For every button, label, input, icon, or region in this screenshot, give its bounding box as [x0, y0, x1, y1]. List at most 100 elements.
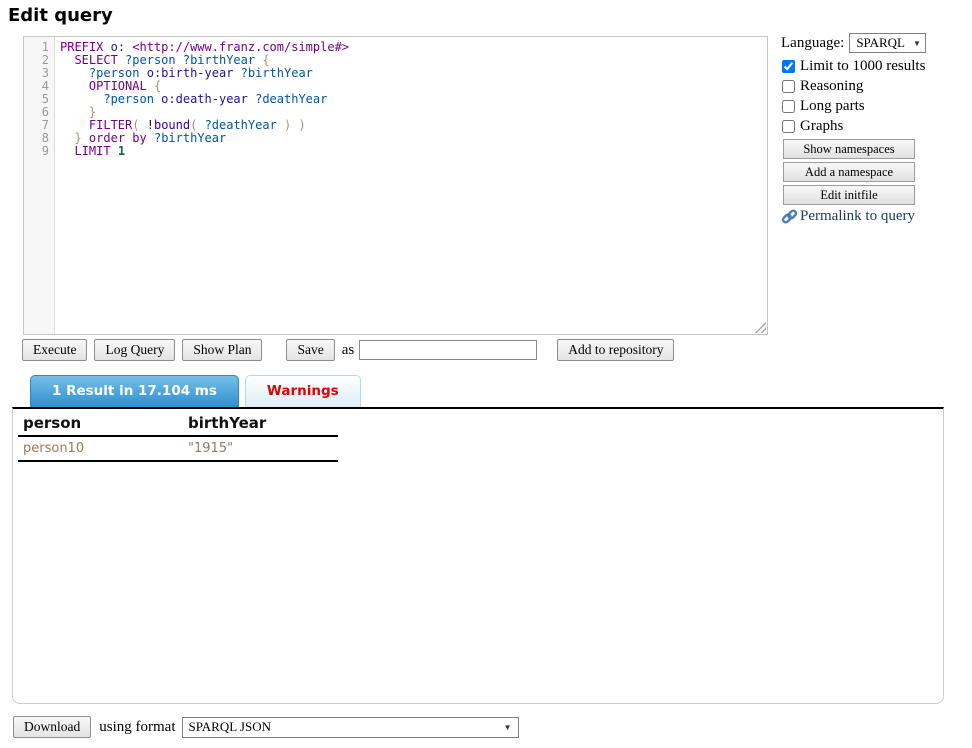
editor-code[interactable]: PREFIX o: <http://www.franz.com/simple#>…: [55, 37, 767, 334]
options-panel: Language: SPARQL ▼ Limit to 1000 results…: [781, 33, 967, 225]
results-table: personbirthYear person10"1915": [18, 412, 338, 462]
resource-link[interactable]: person10: [18, 436, 183, 461]
save-button[interactable]: Save: [286, 339, 334, 361]
save-as-label: as: [342, 342, 355, 359]
code-token: ?birthYear: [154, 131, 226, 145]
using-format-label: using format: [99, 719, 175, 736]
table-row: person10"1915": [18, 436, 338, 461]
add-to-repository-button[interactable]: Add to repository: [557, 339, 674, 361]
edit-initfile-button[interactable]: Edit initfile: [783, 185, 915, 205]
query-toolbar: Execute Log Query Show Plan Save as Add …: [22, 339, 681, 361]
code-token: FILTER: [89, 118, 132, 132]
code-token: [103, 40, 110, 54]
code-token: o:birth-year: [147, 66, 234, 80]
options-button-list: Show namespaces Add a namespace Edit initf…: [781, 139, 967, 205]
code-line: LIMIT 1: [60, 145, 767, 158]
code-token: LIMIT: [74, 144, 110, 158]
code-line: ?person o:birth-year ?birthYear: [60, 67, 767, 80]
editor-gutter: 123456789: [24, 37, 55, 334]
option-long-parts[interactable]: Long parts: [781, 96, 967, 116]
permalink-link[interactable]: Permalink to query: [781, 208, 967, 225]
page-title: Edit query: [8, 5, 113, 26]
code-token: [176, 53, 183, 67]
language-select-value: SPARQL: [856, 35, 905, 51]
long-parts-checkbox[interactable]: [782, 100, 795, 113]
results-header-row: personbirthYear: [18, 412, 338, 436]
code-token: [60, 79, 89, 93]
line-number: 9: [24, 145, 49, 158]
language-select[interactable]: SPARQL ▼: [849, 33, 926, 53]
code-token: !: [147, 118, 154, 132]
reasoning-checkbox[interactable]: [782, 80, 795, 93]
code-token: ?person: [125, 53, 176, 67]
code-token: [139, 66, 146, 80]
code-token: [147, 131, 154, 145]
code-token: [233, 66, 240, 80]
code-token: (: [132, 118, 139, 132]
code-token: bound: [154, 118, 190, 132]
code-token: [277, 118, 284, 132]
code-token: [60, 118, 89, 132]
show-plan-button[interactable]: Show Plan: [182, 339, 262, 361]
download-button[interactable]: Download: [13, 716, 91, 738]
code-token: [197, 118, 204, 132]
code-token: [60, 131, 74, 145]
code-token: [60, 144, 74, 158]
query-editor[interactable]: 123456789 PREFIX o: <http://www.franz.co…: [23, 36, 768, 335]
code-token: [60, 92, 103, 106]
code-token: {: [154, 79, 161, 93]
code-token: [140, 118, 147, 132]
save-name-input[interactable]: [359, 340, 537, 360]
code-token: [60, 105, 89, 119]
graphs-checkbox[interactable]: [782, 120, 795, 133]
execute-button[interactable]: Execute: [22, 339, 87, 361]
code-token: order: [89, 131, 125, 145]
code-token: [60, 53, 74, 67]
limit-to-1000-results-checkbox[interactable]: [782, 60, 795, 73]
chevron-down-icon: ▼: [913, 39, 921, 48]
format-select-value: SPARQL JSON: [189, 719, 272, 735]
chain-link-icon: [781, 208, 798, 225]
options-checkbox-list: Limit to 1000 results Reasoning Long parts…: [781, 56, 967, 136]
option-limit-to-1000-results[interactable]: Limit to 1000 results: [781, 56, 967, 76]
code-token: SELECT: [74, 53, 117, 67]
download-bar: Download using format SPARQL JSON ▼: [13, 716, 519, 738]
show-namespaces-button[interactable]: Show namespaces: [783, 139, 915, 159]
code-token: ?deathYear: [255, 92, 327, 106]
code-token: o:: [111, 40, 125, 54]
code-token: }: [74, 131, 81, 145]
code-token: {: [262, 53, 269, 67]
code-token: PREFIX: [60, 40, 103, 54]
code-token: [147, 79, 154, 93]
permalink-label: Permalink to query: [800, 208, 915, 225]
checkbox-label: Graphs: [800, 118, 843, 135]
checkbox-label: Limit to 1000 results: [800, 58, 925, 75]
code-line: } order by ?birthYear: [60, 132, 767, 145]
tab-bar: 1 Result in 17.104 msWarnings: [30, 375, 361, 407]
add-a-namespace-button[interactable]: Add a namespace: [783, 162, 915, 182]
code-token: [111, 144, 118, 158]
code-line: ?person o:death-year ?deathYear: [60, 93, 767, 106]
literal-value: "1915": [183, 436, 338, 461]
code-token: [60, 66, 89, 80]
code-token: ): [299, 118, 306, 132]
format-select[interactable]: SPARQL JSON ▼: [182, 717, 519, 738]
code-token: o:death-year: [161, 92, 248, 106]
code-token: [291, 118, 298, 132]
language-label: Language:: [781, 35, 844, 52]
code-token: ?birthYear: [183, 53, 255, 67]
chevron-down-icon: ▼: [504, 723, 512, 732]
checkbox-label: Reasoning: [800, 78, 863, 95]
option-reasoning[interactable]: Reasoning: [781, 76, 967, 96]
code-token: ?deathYear: [205, 118, 277, 132]
log-query-button[interactable]: Log Query: [94, 339, 175, 361]
results-body: person10"1915": [18, 436, 338, 461]
column-header-person: person: [18, 412, 183, 436]
tab-warnings[interactable]: Warnings: [245, 375, 361, 407]
option-graphs[interactable]: Graphs: [781, 116, 967, 136]
code-token: OPTIONAL: [89, 79, 147, 93]
tab-1-result-in-17-104-ms[interactable]: 1 Result in 17.104 ms: [30, 375, 239, 407]
code-token: ?person: [103, 92, 154, 106]
code-token: }: [89, 105, 96, 119]
checkbox-label: Long parts: [800, 98, 865, 115]
